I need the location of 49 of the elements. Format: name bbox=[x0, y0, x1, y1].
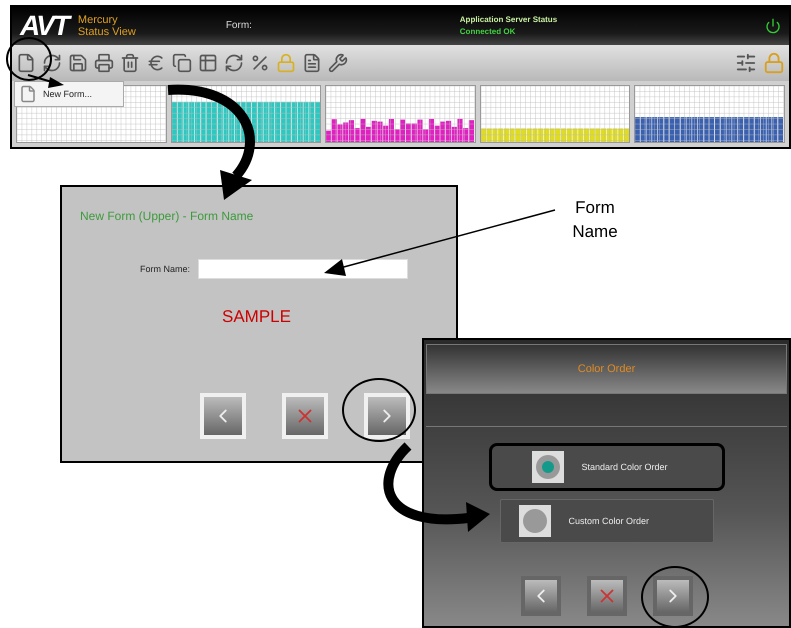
view-name: Status View bbox=[78, 26, 136, 38]
refresh-button[interactable] bbox=[42, 52, 62, 73]
lock-icon bbox=[763, 52, 785, 74]
dialog-title: Color Order bbox=[578, 363, 636, 375]
file-button[interactable] bbox=[16, 52, 36, 73]
lock-icon bbox=[276, 52, 296, 73]
refresh-icon bbox=[42, 52, 62, 73]
option-row[interactable]: Standard Color Order bbox=[488, 443, 724, 491]
printer-icon bbox=[94, 52, 114, 73]
trash-button[interactable] bbox=[120, 52, 140, 73]
document-icon bbox=[302, 52, 322, 73]
dialog-title: New Form (Upper) - Form Name bbox=[80, 209, 254, 223]
option-label: Custom Color Order bbox=[568, 516, 650, 526]
save-button[interactable] bbox=[68, 52, 88, 73]
percent-button[interactable] bbox=[250, 52, 270, 73]
file-icon bbox=[16, 52, 36, 73]
server-status: Connected OK bbox=[460, 26, 516, 38]
percent-icon bbox=[250, 52, 270, 73]
menu-item[interactable]: New Form... bbox=[43, 88, 92, 98]
option-label: Standard Color Order bbox=[582, 462, 668, 472]
file-icon bbox=[19, 84, 37, 102]
radio-icon bbox=[532, 451, 564, 483]
document-button[interactable] bbox=[302, 52, 322, 73]
save-icon bbox=[68, 52, 88, 73]
radio-icon bbox=[518, 505, 550, 537]
option-row[interactable]: Custom Color Order bbox=[500, 499, 714, 543]
cancel-button[interactable] bbox=[586, 576, 626, 616]
table-button[interactable] bbox=[198, 52, 218, 73]
app-name: Mercury bbox=[78, 14, 119, 26]
power-icon bbox=[765, 18, 781, 34]
app-logo: AVT bbox=[20, 10, 68, 42]
wrench-icon bbox=[328, 52, 348, 73]
field-label: Form Name: bbox=[140, 264, 190, 274]
server-status-label: Application Server Status bbox=[460, 14, 558, 26]
sample-label: SAMPLE bbox=[222, 307, 291, 327]
trash-icon bbox=[120, 52, 140, 73]
wrench-button[interactable] bbox=[328, 52, 348, 73]
form-name-field[interactable] bbox=[198, 259, 408, 279]
callout-label: Form Name bbox=[571, 197, 619, 243]
table-icon bbox=[198, 52, 218, 73]
pointer-arrow bbox=[28, 74, 64, 88]
sliders-icon bbox=[735, 52, 757, 74]
copy-icon bbox=[172, 52, 192, 73]
back-button[interactable] bbox=[520, 576, 560, 616]
sliders-button[interactable] bbox=[735, 52, 757, 74]
refresh-icon bbox=[224, 52, 244, 73]
copy-button[interactable] bbox=[172, 52, 192, 73]
printer-button[interactable] bbox=[94, 52, 114, 73]
form-label: Form: bbox=[226, 20, 252, 32]
